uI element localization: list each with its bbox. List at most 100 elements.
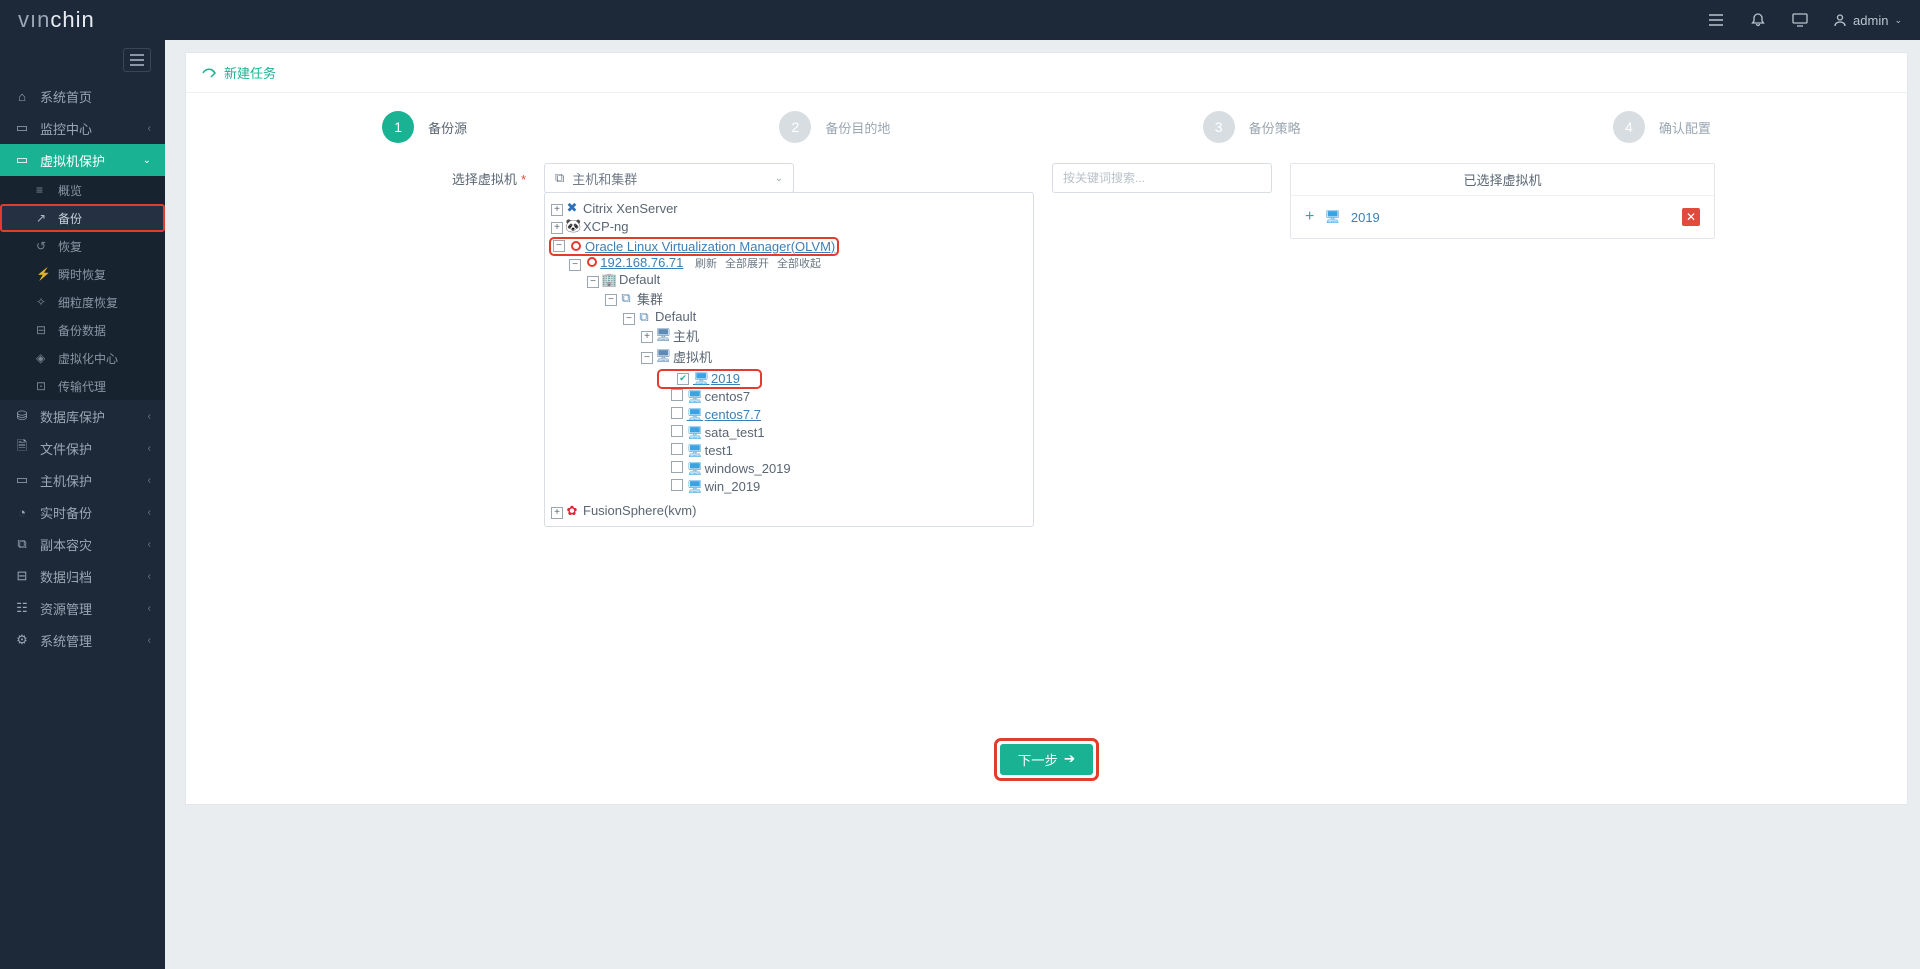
tree-fusion[interactable]: ✿FusionSphere(kvm) [565, 503, 696, 519]
host-icon: 🖥 [655, 327, 669, 343]
step-4-label: 确认配置 [1659, 118, 1711, 137]
tree-clusters[interactable]: ⧉集群 [619, 289, 663, 308]
bell-icon[interactable] [1749, 11, 1767, 29]
tree-expander[interactable]: − [587, 276, 599, 288]
tree-expander[interactable]: − [569, 259, 581, 271]
menu-toggle[interactable] [123, 48, 151, 72]
file-icon: 🗎 [14, 437, 30, 459]
tree-vm-sata[interactable]: 🖥sata_test1 [687, 425, 765, 441]
tree-expander[interactable]: − [553, 240, 565, 252]
step-2[interactable]: 2备份目的地 [779, 111, 890, 143]
tree-xcp[interactable]: 🐼XCP-ng [565, 218, 629, 234]
replica-icon: ⧉ [14, 536, 30, 552]
vm-checkbox[interactable] [671, 461, 683, 473]
expand-icon[interactable]: + [1305, 208, 1314, 226]
tree-hosts-label: 主机 [673, 326, 699, 345]
vm-checkbox[interactable] [671, 389, 683, 401]
tree-expand[interactable]: 全部展开 [725, 258, 769, 270]
tree-dc[interactable]: 🏢Default [601, 272, 660, 288]
nav-archive-label: 数据归档 [40, 567, 92, 586]
subnav-backup[interactable]: ↗备份 [0, 204, 165, 232]
nav-resource-label: 资源管理 [40, 599, 92, 618]
tree-ip[interactable]: 192.168.76.71 [600, 255, 683, 270]
step-3[interactable]: 3备份策略 [1203, 111, 1301, 143]
vm-checkbox-2019[interactable] [677, 373, 689, 385]
nav-system[interactable]: ⚙系统管理‹ [0, 624, 165, 656]
tree-vm-centos77[interactable]: 🖥centos7.7 [687, 407, 761, 423]
nav-db[interactable]: ⛁数据库保护‹ [0, 400, 165, 432]
selected-vm-name[interactable]: 2019 [1351, 210, 1380, 225]
tree-vm-2019-label: 2019 [711, 371, 740, 386]
step-1[interactable]: 1备份源 [382, 111, 467, 143]
subnav-agent[interactable]: ⊡传输代理 [0, 372, 165, 400]
vm-checkbox[interactable] [671, 443, 683, 455]
tree-vms[interactable]: 🖥虚拟机 [655, 347, 712, 366]
vm-checkbox[interactable] [671, 407, 683, 419]
tree-expander[interactable]: + [551, 507, 563, 519]
tree-collapse[interactable]: 全部收起 [777, 258, 821, 270]
vm-checkbox[interactable] [671, 425, 683, 437]
subnav-instant[interactable]: ⚡瞬时恢复 [0, 260, 165, 288]
tree-vm-centos7[interactable]: 🖥centos7 [687, 389, 751, 405]
tree-vm-win[interactable]: 🖥win_2019 [687, 479, 761, 495]
nav-replica[interactable]: ⧉副本容灾‹ [0, 528, 165, 560]
tree-expander[interactable]: − [605, 294, 617, 306]
tree-expander[interactable]: − [641, 352, 653, 364]
next-button[interactable]: 下一步 ➔ [1000, 744, 1093, 775]
subnav-vcenter[interactable]: ◈虚拟化中心 [0, 344, 165, 372]
tree-vm-test1[interactable]: 🖥 test1 [687, 443, 733, 459]
nav-monitor[interactable]: ▭监控中心‹ [0, 112, 165, 144]
tree-expander[interactable]: + [551, 222, 563, 234]
next-button-highlight: 下一步 ➔ [997, 741, 1096, 778]
tree-xen[interactable]: ✖Citrix XenServer [565, 200, 678, 216]
vm-icon: 🖥 [687, 443, 701, 459]
nav-host[interactable]: ▭主机保护‹ [0, 464, 165, 496]
subnav-data[interactable]: ⊟备份数据 [0, 316, 165, 344]
search-input[interactable] [1063, 164, 1261, 192]
monitor-icon[interactable] [1791, 11, 1809, 29]
panel-title: 新建任务 [186, 53, 1907, 93]
user-menu[interactable]: admin ⌄ [1833, 13, 1902, 28]
next-button-label: 下一步 [1018, 750, 1058, 769]
subnav-restore-label: 恢复 [58, 238, 82, 255]
vm-view-dropdown[interactable]: ⧉ 主机和集群 ⌄ [544, 163, 794, 193]
tree-expander[interactable]: − [623, 313, 635, 325]
step-3-label: 备份策略 [1249, 118, 1301, 137]
nav-file[interactable]: 🗎文件保护‹ [0, 432, 165, 464]
remove-vm-button[interactable]: ✕ [1682, 208, 1700, 226]
wizard-steps: 1备份源 2备份目的地 3备份策略 4确认配置 [186, 93, 1907, 149]
step-4[interactable]: 4确认配置 [1613, 111, 1711, 143]
nav-realtime[interactable]: ◔实时备份‹ [0, 496, 165, 528]
nav-home[interactable]: ⌂系统首页 [0, 80, 165, 112]
tree-vm-centos77-label: centos7.7 [705, 407, 761, 422]
nav-resource[interactable]: ☷资源管理‹ [0, 592, 165, 624]
nav-vm-protect[interactable]: ▭虚拟机保护⌄ [0, 144, 165, 176]
tree-expander[interactable]: + [551, 204, 563, 216]
chevron-icon: ‹ [148, 571, 151, 582]
tree-vm-win2019[interactable]: 🖥windows_2019 [687, 461, 791, 477]
subnav-vcenter-label: 虚拟化中心 [58, 350, 118, 367]
nav-db-label: 数据库保护 [40, 407, 105, 426]
tree-vm-2019[interactable]: 🖥2019 [693, 371, 740, 387]
step-2-num: 2 [779, 111, 811, 143]
search-input-wrap[interactable] [1052, 163, 1272, 193]
tree-cluster-default[interactable]: ⧉Default [637, 309, 696, 325]
nav-archive[interactable]: ⊟数据归档‹ [0, 560, 165, 592]
subnav-overview[interactable]: ≡概览 [0, 176, 165, 204]
topbar: vınchin admin ⌄ [0, 0, 1920, 40]
list-icon[interactable] [1707, 11, 1725, 29]
dropdown-value: 主机和集群 [572, 169, 637, 188]
vm-checkbox[interactable] [671, 479, 683, 491]
resource-icon: ☷ [14, 600, 30, 616]
tree-refresh[interactable]: 刷新 [695, 258, 717, 270]
tree-expander[interactable]: + [641, 331, 653, 343]
tree-olvm[interactable]: Oracle Linux Virtualization Manager(OLVM… [585, 239, 835, 254]
chevron-icon: ‹ [148, 507, 151, 518]
subnav-granular[interactable]: ✧细粒度恢复 [0, 288, 165, 316]
subnav-restore[interactable]: ↺恢复 [0, 232, 165, 260]
huawei-icon: ✿ [565, 503, 579, 519]
chevron-icon: ‹ [148, 443, 151, 454]
tree-hosts[interactable]: 🖥主机 [655, 326, 699, 345]
tree-vm-test1-label: test1 [705, 443, 733, 458]
brand-post: chin [50, 7, 94, 32]
